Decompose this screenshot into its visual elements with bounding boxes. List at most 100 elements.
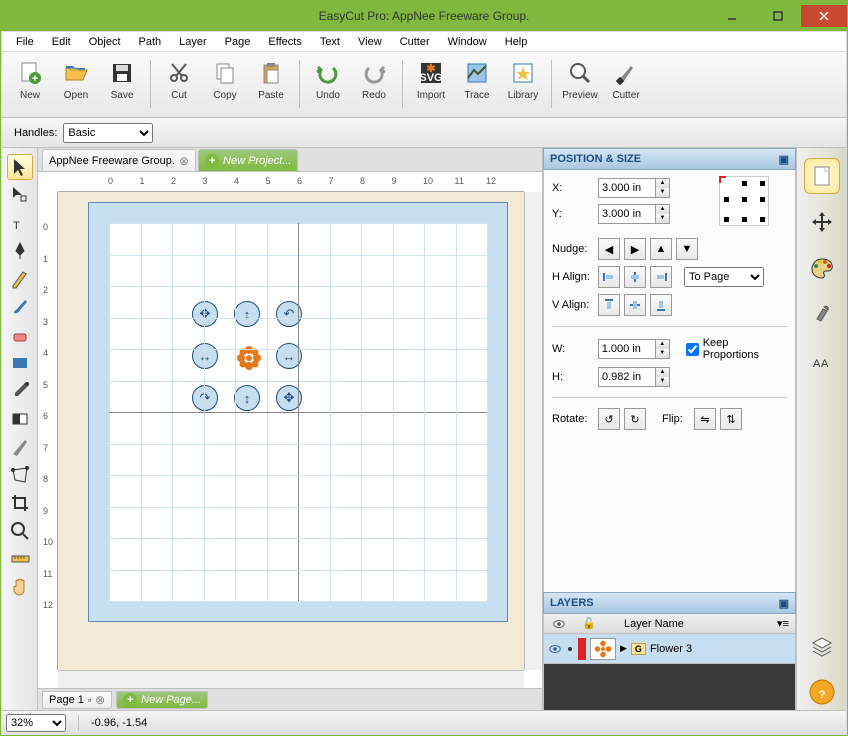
eyedropper-tool[interactable] — [7, 378, 33, 404]
layers-panel-button[interactable] — [804, 628, 840, 664]
hand-tool[interactable] — [7, 574, 33, 600]
handles-select[interactable]: Basic — [63, 123, 153, 143]
halign-left-button[interactable] — [598, 266, 620, 288]
text-panel-button[interactable]: AA — [804, 342, 840, 378]
valign-bottom-button[interactable] — [650, 294, 672, 316]
distort-tool[interactable] — [7, 462, 33, 488]
horizontal-scrollbar[interactable] — [58, 670, 524, 688]
handle-nw[interactable]: ✥ — [192, 301, 218, 327]
page-close-icon[interactable]: ⊗ — [95, 693, 105, 707]
preview-button[interactable]: Preview — [560, 56, 600, 103]
tab-close-icon[interactable]: ⊗ — [179, 154, 189, 168]
handle-sw[interactable]: ↷ — [192, 385, 218, 411]
selection[interactable]: ✥ ↕ ↶ ↔ ↔ ↷ ↕ ✥ — [194, 303, 304, 413]
handle-s[interactable]: ↕ — [234, 385, 260, 411]
layers-header[interactable]: LAYERS ▣ — [543, 592, 796, 614]
color-panel-button[interactable] — [804, 250, 840, 286]
position-size-header[interactable]: POSITION & SIZE ▣ — [543, 148, 796, 170]
halign-right-button[interactable] — [650, 266, 672, 288]
import-button[interactable]: ✱SVGImport — [411, 56, 451, 103]
anchor-grid[interactable] — [719, 176, 769, 226]
help-button[interactable]: ? — [804, 674, 840, 710]
menu-object[interactable]: Object — [81, 34, 129, 50]
cut-button[interactable]: Cut — [159, 56, 199, 103]
menu-view[interactable]: View — [350, 34, 390, 50]
brush-tool[interactable] — [7, 294, 33, 320]
settings-panel-button[interactable] — [804, 296, 840, 332]
zoom-select[interactable]: 32% — [6, 714, 66, 732]
arrow-tool[interactable] — [7, 154, 33, 180]
knife-tool-tool[interactable] — [7, 434, 33, 460]
new-button[interactable]: +New — [10, 56, 50, 103]
new-project-tab[interactable]: + New Project... — [198, 149, 298, 171]
flip-v-button[interactable]: ⇅ — [720, 408, 742, 430]
align-relative-select[interactable]: To Page — [684, 267, 764, 287]
valign-middle-button[interactable] — [624, 294, 646, 316]
document-tab[interactable]: AppNee Freeware Group. ⊗ — [42, 149, 196, 171]
w-spinner[interactable]: ▲▼ — [656, 339, 670, 359]
zoom-tool-tool[interactable] — [7, 518, 33, 544]
y-input[interactable] — [598, 204, 656, 224]
layer-name[interactable]: Flower 3 — [650, 643, 692, 655]
rotate-ccw-button[interactable]: ↺ — [598, 408, 620, 430]
x-input[interactable] — [598, 178, 656, 198]
close-button[interactable] — [801, 5, 847, 27]
document-panel-button[interactable] — [804, 158, 840, 194]
pen-tool[interactable] — [7, 238, 33, 264]
w-input[interactable] — [598, 339, 656, 359]
minimize-button[interactable] — [709, 5, 755, 27]
vertical-scrollbar[interactable] — [524, 192, 542, 670]
menu-file[interactable]: File — [8, 34, 42, 50]
copy-button[interactable]: Copy — [205, 56, 245, 103]
menu-window[interactable]: Window — [440, 34, 495, 50]
panel-collapse-icon[interactable]: ▣ — [779, 597, 789, 610]
nudge-left-button[interactable]: ◀ — [598, 238, 620, 260]
h-input[interactable] — [598, 367, 656, 387]
handle-w[interactable]: ↔ — [192, 343, 218, 369]
open-button[interactable]: Open — [56, 56, 96, 103]
eraser-tool[interactable] — [7, 322, 33, 348]
crop-tool[interactable] — [7, 490, 33, 516]
pencil-tool[interactable] — [7, 266, 33, 292]
menu-effects[interactable]: Effects — [260, 34, 309, 50]
h-spinner[interactable]: ▲▼ — [656, 367, 670, 387]
save-button[interactable]: Save — [102, 56, 142, 103]
halign-center-button[interactable] — [624, 266, 646, 288]
rotate-cw-button[interactable]: ↻ — [624, 408, 646, 430]
nudge-up-button[interactable]: ▲ — [650, 238, 672, 260]
menu-path[interactable]: Path — [131, 34, 170, 50]
maximize-button[interactable] — [755, 5, 801, 27]
menu-page[interactable]: Page — [217, 34, 259, 50]
valign-top-button[interactable] — [598, 294, 620, 316]
menu-layer[interactable]: Layer — [171, 34, 215, 50]
eye-icon[interactable] — [548, 642, 562, 656]
flip-h-button[interactable]: ⇋ — [694, 408, 716, 430]
y-spinner[interactable]: ▲▼ — [656, 204, 670, 224]
handle-n[interactable]: ↕ — [234, 301, 260, 327]
menu-help[interactable]: Help — [497, 34, 536, 50]
canvas[interactable]: ✥ ↕ ↶ ↔ ↔ ↷ ↕ ✥ — [58, 192, 524, 670]
layer-menu-icon[interactable]: ▾≡ — [777, 617, 789, 630]
paste-button[interactable]: Paste — [251, 56, 291, 103]
library-button[interactable]: Library — [503, 56, 543, 103]
trace-button[interactable]: Trace — [457, 56, 497, 103]
layer-color-swatch[interactable] — [578, 638, 586, 660]
keep-proportions-checkbox[interactable] — [686, 343, 699, 356]
page-options-icon[interactable]: ▫ — [88, 695, 91, 705]
nudge-right-button[interactable]: ▶ — [624, 238, 646, 260]
menu-text[interactable]: Text — [312, 34, 348, 50]
panel-collapse-icon[interactable]: ▣ — [779, 153, 789, 166]
menu-cutter[interactable]: Cutter — [392, 34, 438, 50]
x-spinner[interactable]: ▲▼ — [656, 178, 670, 198]
redo-button[interactable]: Redo — [354, 56, 394, 103]
page-tab[interactable]: Page 1 ▫ ⊗ — [42, 691, 112, 709]
nudge-down-button[interactable]: ▼ — [676, 238, 698, 260]
edit-node-tool[interactable] — [7, 182, 33, 208]
ruler-tool[interactable] — [7, 546, 33, 572]
move-panel-button[interactable] — [804, 204, 840, 240]
layer-row[interactable]: ▶ G Flower 3 — [544, 634, 795, 664]
gradient-tool[interactable] — [7, 406, 33, 432]
menu-edit[interactable]: Edit — [44, 34, 79, 50]
expand-icon[interactable]: ▶ — [620, 643, 627, 654]
undo-button[interactable]: Undo — [308, 56, 348, 103]
